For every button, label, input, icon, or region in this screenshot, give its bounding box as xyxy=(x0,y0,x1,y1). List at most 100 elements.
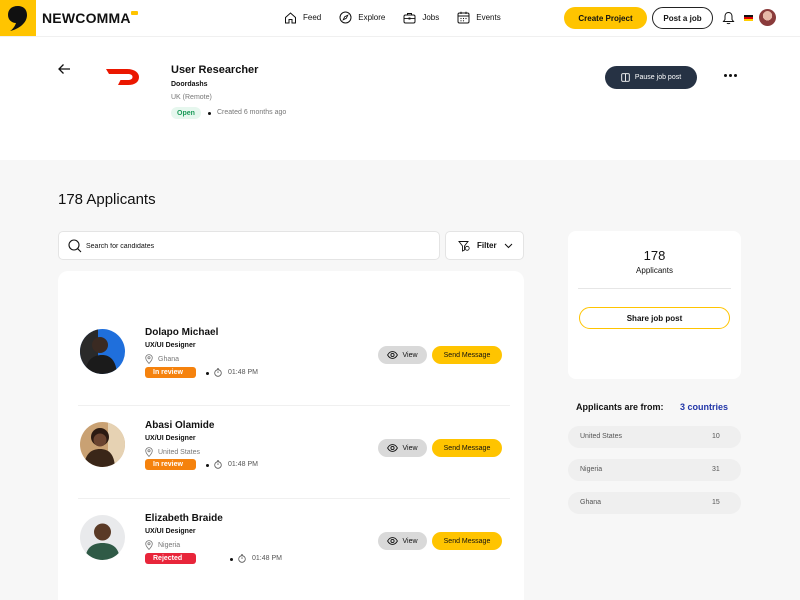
location-pin-icon xyxy=(145,354,153,364)
search-box[interactable] xyxy=(58,231,440,260)
country-name: Nigeria xyxy=(580,466,603,473)
applicant-name[interactable]: Abasi Olamide xyxy=(145,420,214,431)
applicant-list: Dolapo Michael UX/UI Designer Ghana In r… xyxy=(58,271,524,600)
view-button[interactable]: View xyxy=(378,439,427,457)
country-name: United States xyxy=(580,433,623,440)
job-header: User Researcher Doordashs UK (Remote) Op… xyxy=(0,36,800,160)
main-nav: Feed Explore Jobs Events xyxy=(284,11,519,24)
applicant-country-label: Nigeria xyxy=(158,541,181,549)
nav-item-events[interactable]: Events xyxy=(457,11,501,24)
country-count: 10 xyxy=(712,433,720,440)
status-badge: In review xyxy=(145,367,196,378)
status-badge: Open xyxy=(171,107,201,119)
home-icon xyxy=(285,11,296,23)
stopwatch-icon xyxy=(238,554,246,563)
separator-dot xyxy=(230,558,233,561)
pause-job-button[interactable]: Pause job post xyxy=(605,66,697,89)
country-name: Ghana xyxy=(580,499,602,506)
company-name[interactable]: Doordashs xyxy=(171,81,208,88)
list-item[interactable]: Elizabeth Braide UX/UI Designer Nigeria … xyxy=(58,497,524,590)
applicant-role: UX/UI Designer xyxy=(145,342,196,349)
job-title: User Researcher xyxy=(171,64,259,76)
more-options-icon[interactable] xyxy=(724,74,737,77)
pause-icon xyxy=(621,73,630,82)
doordash-logo xyxy=(106,69,139,85)
location-pin-icon xyxy=(145,540,153,550)
user-avatar[interactable] xyxy=(759,9,776,26)
avatar xyxy=(80,329,125,374)
post-job-button[interactable]: Post a job xyxy=(652,7,713,29)
brand-badge xyxy=(131,11,138,15)
send-message-button[interactable]: Send Message xyxy=(432,532,502,550)
applicant-country: Nigeria xyxy=(145,540,180,550)
eye-icon xyxy=(387,537,399,545)
eye-icon xyxy=(387,351,399,359)
location-pin-icon xyxy=(145,447,153,457)
share-job-button[interactable]: Share job post xyxy=(579,307,730,329)
stopwatch-icon xyxy=(214,460,222,469)
search-input[interactable] xyxy=(86,238,426,254)
country-row: Nigeria 31 xyxy=(568,459,741,481)
create-project-button[interactable]: Create Project xyxy=(564,7,647,29)
nav-item-label: Explore xyxy=(358,13,386,22)
divider xyxy=(578,288,731,289)
nav-item-feed[interactable]: Feed xyxy=(284,11,321,24)
nav-item-explore[interactable]: Explore xyxy=(339,11,385,24)
view-label: View xyxy=(402,537,418,545)
send-message-button[interactable]: Send Message xyxy=(432,439,502,457)
calendar-icon xyxy=(457,11,470,24)
filter-icon xyxy=(458,240,470,252)
view-label: View xyxy=(402,444,418,452)
send-message-button[interactable]: Send Message xyxy=(432,346,502,364)
applicant-country-label: United States xyxy=(158,448,201,456)
separator-dot xyxy=(206,464,209,467)
applied-time: 01:48 PM xyxy=(214,368,258,377)
applicant-name[interactable]: Dolapo Michael xyxy=(145,327,218,338)
applicant-country-label: Ghana xyxy=(158,355,180,363)
applicants-from-heading: Applicants are from: xyxy=(576,402,664,412)
view-label: View xyxy=(402,351,418,359)
stopwatch-icon xyxy=(214,368,222,377)
applicant-role: UX/UI Designer xyxy=(145,435,196,442)
country-count: 15 xyxy=(712,499,720,506)
bell-icon[interactable] xyxy=(722,11,735,25)
nav-item-label: Events xyxy=(476,13,501,22)
logo-icon[interactable] xyxy=(0,0,36,36)
applicant-name[interactable]: Elizabeth Braide xyxy=(145,513,223,524)
applicant-country: United States xyxy=(145,447,200,457)
chevron-down-icon xyxy=(504,243,512,248)
status-badge: In review xyxy=(145,459,196,470)
avatar xyxy=(80,422,125,467)
applied-time: 01:48 PM xyxy=(214,460,258,469)
countries-count-link[interactable]: 3 countries xyxy=(680,402,728,412)
view-button[interactable]: View xyxy=(378,346,427,364)
applicant-role: UX/UI Designer xyxy=(145,528,196,535)
nav-item-jobs[interactable]: Jobs xyxy=(403,11,439,24)
applicants-count: 178 xyxy=(643,248,666,263)
separator-dot xyxy=(206,372,209,375)
applied-time-label: 01:48 PM xyxy=(252,555,282,562)
applicants-heading: 178 Applicants xyxy=(58,191,156,208)
eye-icon xyxy=(387,444,399,452)
status-badge: Rejected xyxy=(145,553,196,564)
created-date: Created 6 months ago xyxy=(217,109,287,116)
filter-button[interactable]: Filter xyxy=(445,231,524,260)
country-row: Ghana 15 xyxy=(568,492,741,514)
job-location: UK (Remote) xyxy=(171,94,212,101)
applicants-stats-card: 178 Applicants Share job post xyxy=(568,231,741,379)
country-count: 31 xyxy=(712,466,720,473)
country-row: United States 10 xyxy=(568,426,741,448)
nav-item-label: Feed xyxy=(303,13,322,22)
back-arrow-icon[interactable] xyxy=(57,63,71,75)
list-item[interactable]: Dolapo Michael UX/UI Designer Ghana In r… xyxy=(58,311,524,404)
nav-item-label: Jobs xyxy=(422,13,440,22)
applicant-country: Ghana xyxy=(145,354,179,364)
top-navbar: NEWCOMMA Feed Explore Jobs Events Create… xyxy=(0,0,800,36)
applied-time-label: 01:48 PM xyxy=(228,461,258,468)
compass-icon xyxy=(339,11,352,24)
brand-name[interactable]: NEWCOMMA xyxy=(42,10,131,26)
language-flag-icon[interactable] xyxy=(744,15,753,21)
view-button[interactable]: View xyxy=(378,532,427,550)
filter-label: Filter xyxy=(477,241,497,250)
list-item[interactable]: Abasi Olamide UX/UI Designer United Stat… xyxy=(58,404,524,497)
